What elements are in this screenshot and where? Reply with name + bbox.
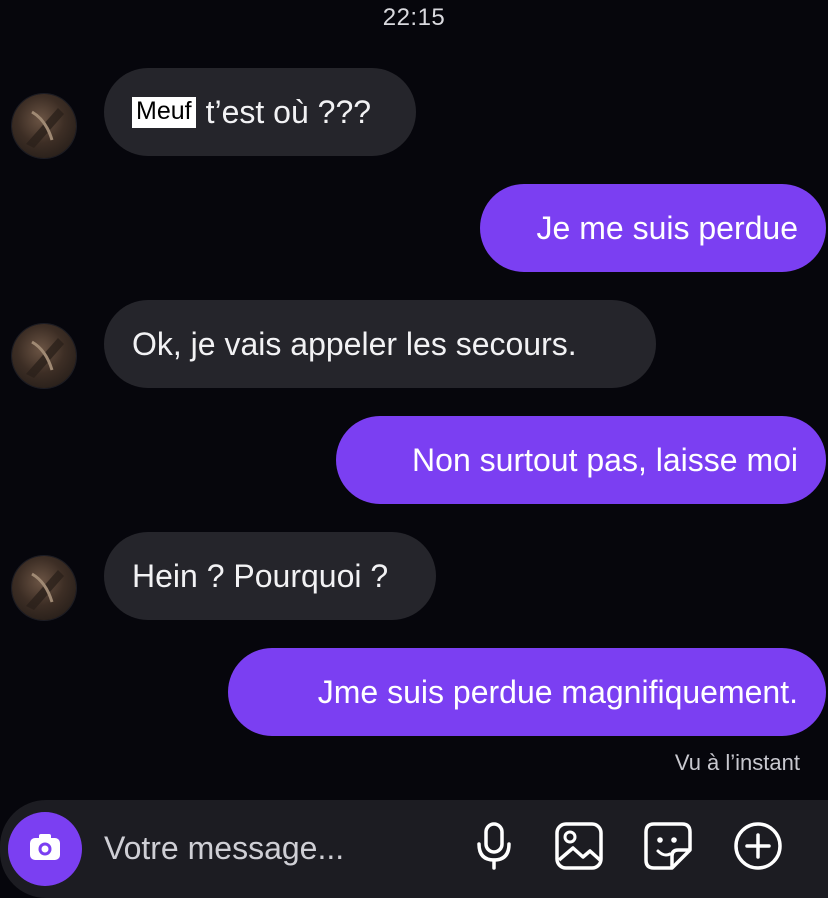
contact-avatar[interactable] xyxy=(12,94,76,158)
sticker-icon xyxy=(642,820,694,877)
sent-message[interactable]: Je me suis perdue xyxy=(480,184,826,272)
message-text: t’est où ??? xyxy=(205,93,372,130)
sticker-button[interactable] xyxy=(640,820,696,876)
voice-message-button[interactable] xyxy=(466,820,522,876)
read-receipt: Vu à l’instant xyxy=(674,750,800,775)
received-message[interactable]: Ok, je vais appeler les secours. xyxy=(104,300,656,388)
camera-icon xyxy=(25,827,65,872)
plus-circle-icon xyxy=(732,820,784,877)
contact-avatar[interactable] xyxy=(12,556,76,620)
sent-message[interactable]: Non surtout pas, laisse moi xyxy=(336,416,826,504)
gallery-button[interactable] xyxy=(551,820,607,876)
contact-avatar[interactable] xyxy=(12,324,76,388)
message-text: Jme suis perdue magnifiquement. xyxy=(317,673,798,710)
message-text: Hein ? Pourquoi ? xyxy=(132,557,389,594)
meuf-sticker: Meuf xyxy=(132,96,196,128)
message-timestamp: 22:15 xyxy=(382,4,446,31)
sent-message[interactable]: Jme suis perdue magnifiquement. xyxy=(228,648,826,736)
image-icon xyxy=(553,820,605,877)
more-options-button[interactable] xyxy=(730,820,786,876)
message-text: Non surtout pas, laisse moi xyxy=(412,441,798,478)
microphone-icon xyxy=(470,820,518,877)
camera-button[interactable] xyxy=(8,812,82,886)
message-input[interactable] xyxy=(104,826,434,870)
message-text: Ok, je vais appeler les secours. xyxy=(132,325,577,362)
received-message[interactable]: Meuf t’est où ??? xyxy=(104,68,416,156)
received-message[interactable]: Hein ? Pourquoi ? xyxy=(104,532,436,620)
message-text: Je me suis perdue xyxy=(536,209,798,246)
